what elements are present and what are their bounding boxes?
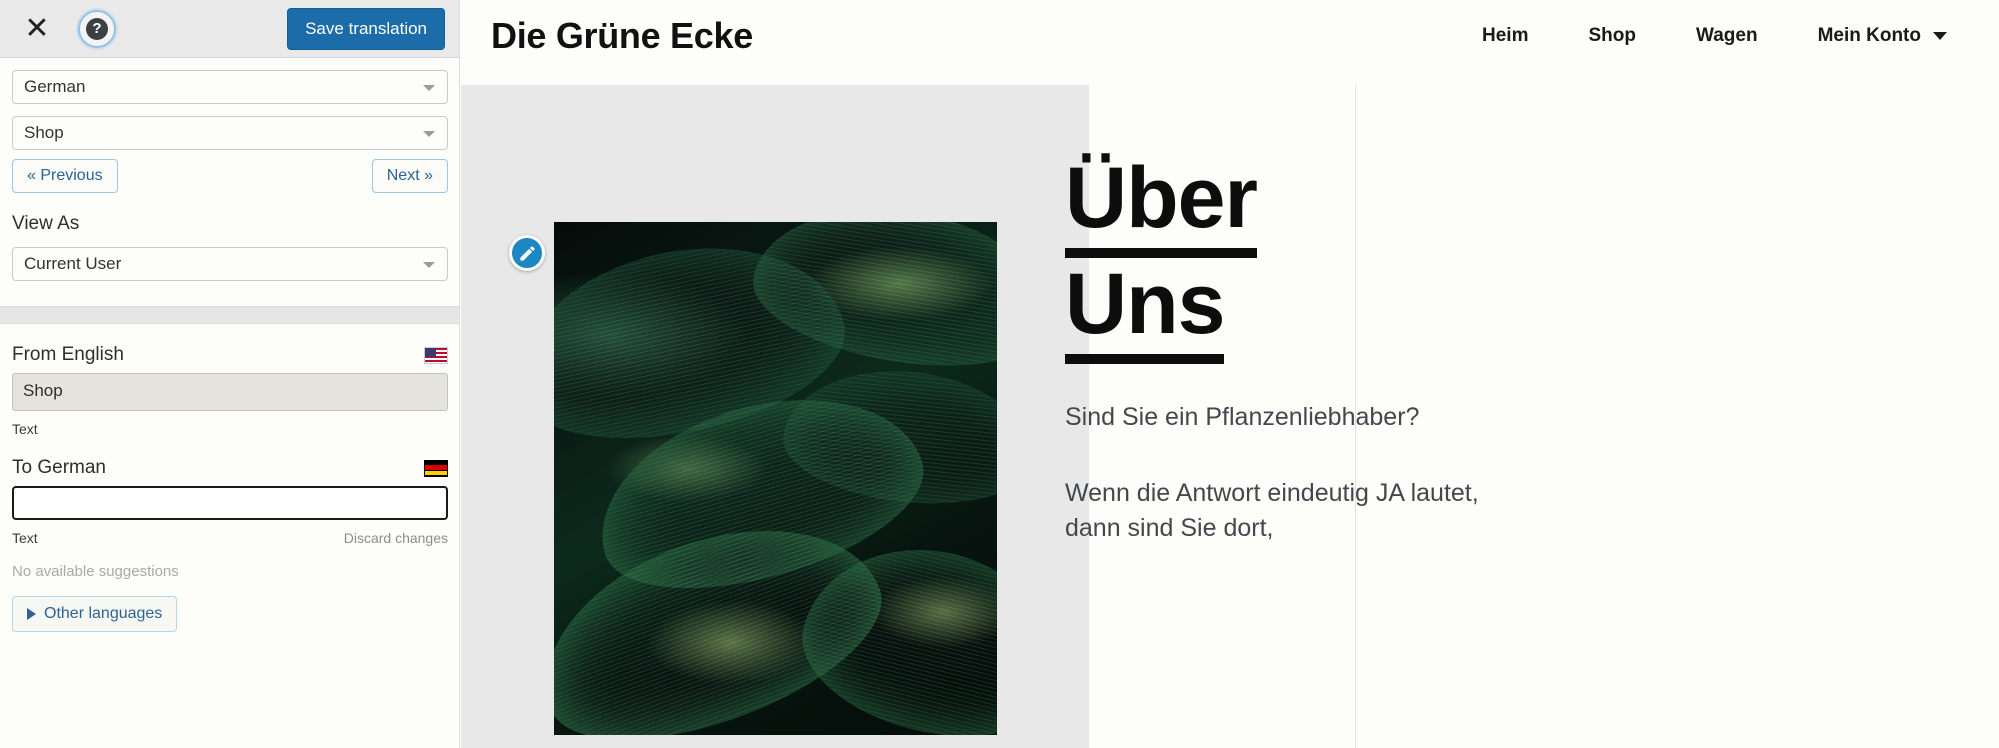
sidebar-controls: German Shop « Previous Next » View As Cu… bbox=[0, 70, 459, 281]
help-button[interactable]: ? bbox=[78, 9, 116, 48]
view-as-select-value: Current User bbox=[24, 254, 122, 273]
site-logo[interactable]: Die Grüne Ecke bbox=[491, 15, 753, 57]
chevron-down-icon bbox=[423, 85, 435, 91]
article-paragraph-1: Sind Sie ein Pflanzenliebhaber? bbox=[1065, 403, 1420, 432]
target-meta-row: Text Discard changes bbox=[12, 530, 448, 546]
source-language-label: From English bbox=[12, 344, 124, 365]
target-field-header: To German bbox=[12, 457, 448, 479]
article-paragraph-2: Wenn die Antwort eindeutig JA lautet, da… bbox=[1065, 478, 1479, 543]
page-title-line-1: Über bbox=[1065, 152, 1258, 259]
target-language-label: To German bbox=[12, 457, 106, 478]
discard-changes-link[interactable]: Discard changes bbox=[344, 530, 448, 546]
source-field-header: From English bbox=[12, 344, 448, 366]
preview-body: Über Uns Sind Sie ein Pflanzenliebhaber?… bbox=[461, 72, 1999, 748]
translation-sidebar: ✕ ? Save translation German Shop « Previ… bbox=[0, 0, 460, 748]
source-text-input[interactable] bbox=[12, 373, 448, 411]
us-flag-icon bbox=[424, 346, 448, 364]
nav-item-shop[interactable]: Shop bbox=[1558, 25, 1666, 47]
view-as-label: View As bbox=[12, 213, 80, 234]
nav-item-mein-konto[interactable]: Mein Konto bbox=[1788, 25, 1977, 47]
language-select-value: German bbox=[24, 77, 86, 96]
pagination-row: « Previous Next » bbox=[12, 159, 448, 193]
sidebar-toolbar: ✕ ? Save translation bbox=[0, 0, 459, 58]
language-select[interactable]: German bbox=[12, 70, 448, 104]
source-meta-row: Text bbox=[12, 421, 448, 437]
other-languages-label: Other languages bbox=[44, 605, 163, 622]
question-mark-icon: ? bbox=[86, 17, 108, 40]
page-title: Über Uns bbox=[1065, 152, 1685, 365]
target-text-input[interactable] bbox=[12, 486, 448, 520]
nav-item-wagen[interactable]: Wagen bbox=[1666, 25, 1788, 47]
other-languages-button[interactable]: Other languages bbox=[12, 596, 178, 632]
translation-fields: From English Text To German Text Discard… bbox=[0, 344, 459, 632]
chevron-down-icon bbox=[423, 262, 435, 268]
hero-image[interactable] bbox=[554, 222, 997, 735]
pencil-icon[interactable] bbox=[509, 235, 545, 271]
close-icon[interactable]: ✕ bbox=[20, 12, 54, 46]
site-header: Die Grüne Ecke Heim Shop Wagen Mein Kont… bbox=[461, 0, 1999, 72]
target-type-label: Text bbox=[12, 530, 38, 546]
string-select[interactable]: Shop bbox=[12, 116, 448, 150]
section-divider bbox=[0, 306, 459, 324]
source-type-label: Text bbox=[12, 421, 38, 437]
string-select-value: Shop bbox=[24, 123, 64, 142]
suggestions-empty-message: No available suggestions bbox=[12, 563, 179, 580]
article-content: Über Uns Sind Sie ein Pflanzenliebhaber?… bbox=[1065, 152, 1685, 547]
nav-item-mein-konto-label: Mein Konto bbox=[1817, 25, 1921, 46]
chevron-down-icon bbox=[1933, 32, 1947, 40]
de-flag-icon bbox=[424, 459, 448, 477]
save-translation-button[interactable]: Save translation bbox=[287, 7, 445, 50]
nav-item-heim[interactable]: Heim bbox=[1452, 25, 1558, 47]
chevron-down-icon bbox=[423, 131, 435, 137]
site-navigation: Heim Shop Wagen Mein Konto bbox=[1452, 25, 1999, 47]
site-preview: Die Grüne Ecke Heim Shop Wagen Mein Kont… bbox=[461, 0, 1999, 748]
triangle-right-icon bbox=[27, 608, 36, 620]
previous-button[interactable]: « Previous bbox=[12, 159, 118, 193]
app-root: ✕ ? Save translation German Shop « Previ… bbox=[0, 0, 1999, 748]
view-as-select[interactable]: Current User bbox=[12, 247, 448, 281]
page-title-line-2: Uns bbox=[1065, 258, 1225, 365]
next-button[interactable]: Next » bbox=[371, 159, 448, 193]
